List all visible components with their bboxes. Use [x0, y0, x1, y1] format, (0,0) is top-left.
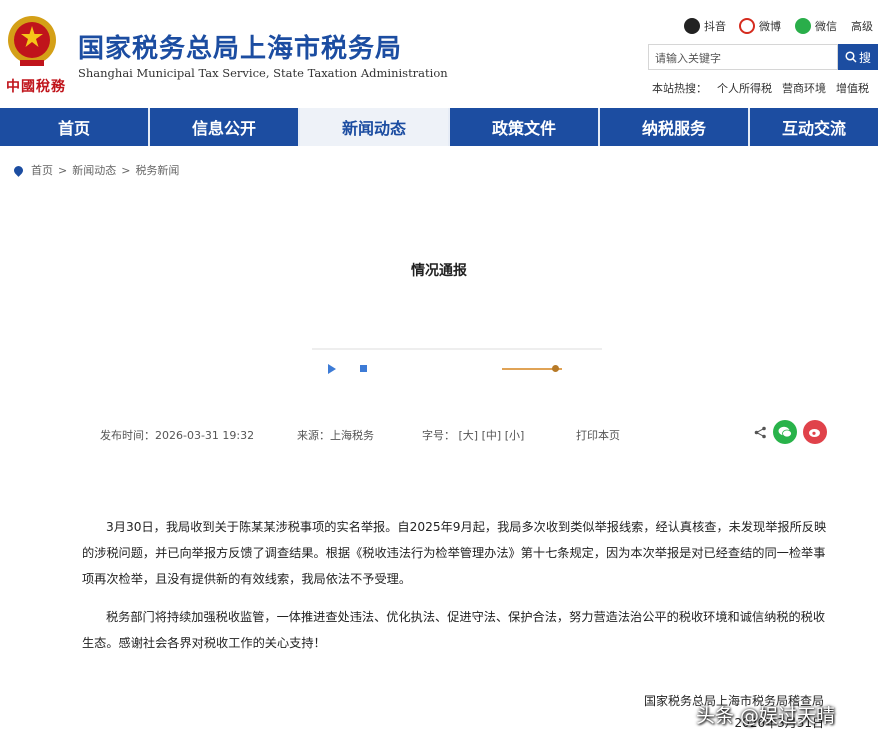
breadcrumb-home[interactable]: 首页 [31, 162, 53, 178]
social-wechat-link[interactable]: 微信 [795, 18, 837, 34]
hot-search-item[interactable]: 增值税 [836, 80, 869, 96]
search-box [648, 44, 838, 71]
hot-search-item[interactable]: 营商环境 [782, 80, 826, 96]
advanced-label: 高级 [851, 20, 873, 33]
nav-item-policy[interactable]: 政策文件 [450, 108, 600, 146]
toutiao-watermark: 头条 @娱过天晴 [696, 705, 836, 727]
article-paragraph: 税务部门将持续加强税收监管，一体推进查处违法、优化执法、促进守法、保护合法，努力… [82, 610, 826, 650]
hot-search-item[interactable]: 个人所得税 [717, 80, 772, 96]
font-size-label: 字号： [422, 429, 455, 442]
font-size-medium[interactable]: [中] [482, 429, 502, 442]
audio-track-line [312, 348, 602, 350]
advanced-search-link[interactable]: 高级 [851, 18, 873, 34]
social-tiktok-link[interactable]: 抖音 [684, 18, 726, 34]
hot-search-label: 本站热搜： [652, 82, 707, 95]
social-label: 微信 [815, 20, 837, 33]
social-label: 微博 [759, 20, 781, 33]
tiktok-icon [684, 18, 700, 34]
play-icon[interactable] [328, 364, 336, 374]
breadcrumb: 首页 > 新闻动态 > 税务新闻 [12, 162, 179, 178]
font-size-switcher: 字号： [大] [中] [小] [422, 427, 524, 443]
nav-item-info-disclosure[interactable]: 信息公开 [150, 108, 300, 146]
share-bar [754, 420, 827, 444]
breadcrumb-news[interactable]: 新闻动态 [72, 162, 116, 178]
print-page-link[interactable]: 打印本页 [576, 427, 620, 443]
nav-item-interaction[interactable]: 互动交流 [750, 108, 878, 146]
article-title: 情况通报 [411, 263, 467, 279]
breadcrumb-separator: > [121, 163, 131, 177]
article-paragraph: 3月30日，我局收到关于陈某某涉税事项的实名举报。自2025年9月起，我局多次收… [82, 520, 827, 586]
nav-item-home[interactable]: 首页 [0, 108, 150, 146]
brand-calligraphy: 中國稅務 [6, 79, 66, 95]
search-icon [845, 51, 857, 63]
site-title[interactable]: 国家税务总局上海市税务局 [78, 28, 402, 65]
search-button-label: 搜 [858, 50, 871, 65]
search-input[interactable] [649, 45, 837, 71]
share-icon[interactable] [754, 426, 767, 439]
audio-player [312, 330, 602, 380]
weibo-icon [739, 18, 755, 34]
share-wechat-icon[interactable] [773, 420, 797, 444]
breadcrumb-separator: > [58, 163, 68, 177]
volume-knob[interactable] [552, 365, 559, 372]
article-body: 3月30日，我局收到关于陈某某涉税事项的实名举报。自2025年9月起，我局多次收… [82, 514, 834, 668]
stop-icon[interactable] [360, 365, 367, 372]
nav-item-tax-service[interactable]: 纳税服务 [600, 108, 750, 146]
site-subtitle: Shanghai Municipal Tax Service, State Ta… [78, 66, 448, 80]
font-size-small[interactable]: [小] [505, 429, 525, 442]
national-emblem-logo [8, 16, 56, 66]
social-weibo-link[interactable]: 微博 [739, 18, 781, 34]
main-nav: 首页 信息公开 新闻动态 政策文件 纳税服务 互动交流 [0, 108, 878, 146]
font-size-large[interactable]: [大] [459, 429, 479, 442]
article-source: 来源：上海税务 [297, 429, 374, 442]
search-button[interactable]: 搜 [838, 44, 878, 70]
location-pin-icon [12, 163, 25, 177]
social-label: 抖音 [704, 20, 726, 33]
nav-item-news[interactable]: 新闻动态 [300, 108, 450, 146]
wechat-icon [795, 18, 811, 34]
share-weibo-icon[interactable] [803, 420, 827, 444]
breadcrumb-tax-news[interactable]: 税务新闻 [135, 162, 179, 178]
hot-search: 本站热搜： 个人所得税 营商环境 增值税 出口 [652, 80, 878, 96]
publish-date: 发布时间：2026-03-31 19:32 [100, 429, 255, 442]
site-header: 中國稅務 国家税务总局上海市税务局 Shanghai Municipal Tax… [0, 0, 878, 108]
